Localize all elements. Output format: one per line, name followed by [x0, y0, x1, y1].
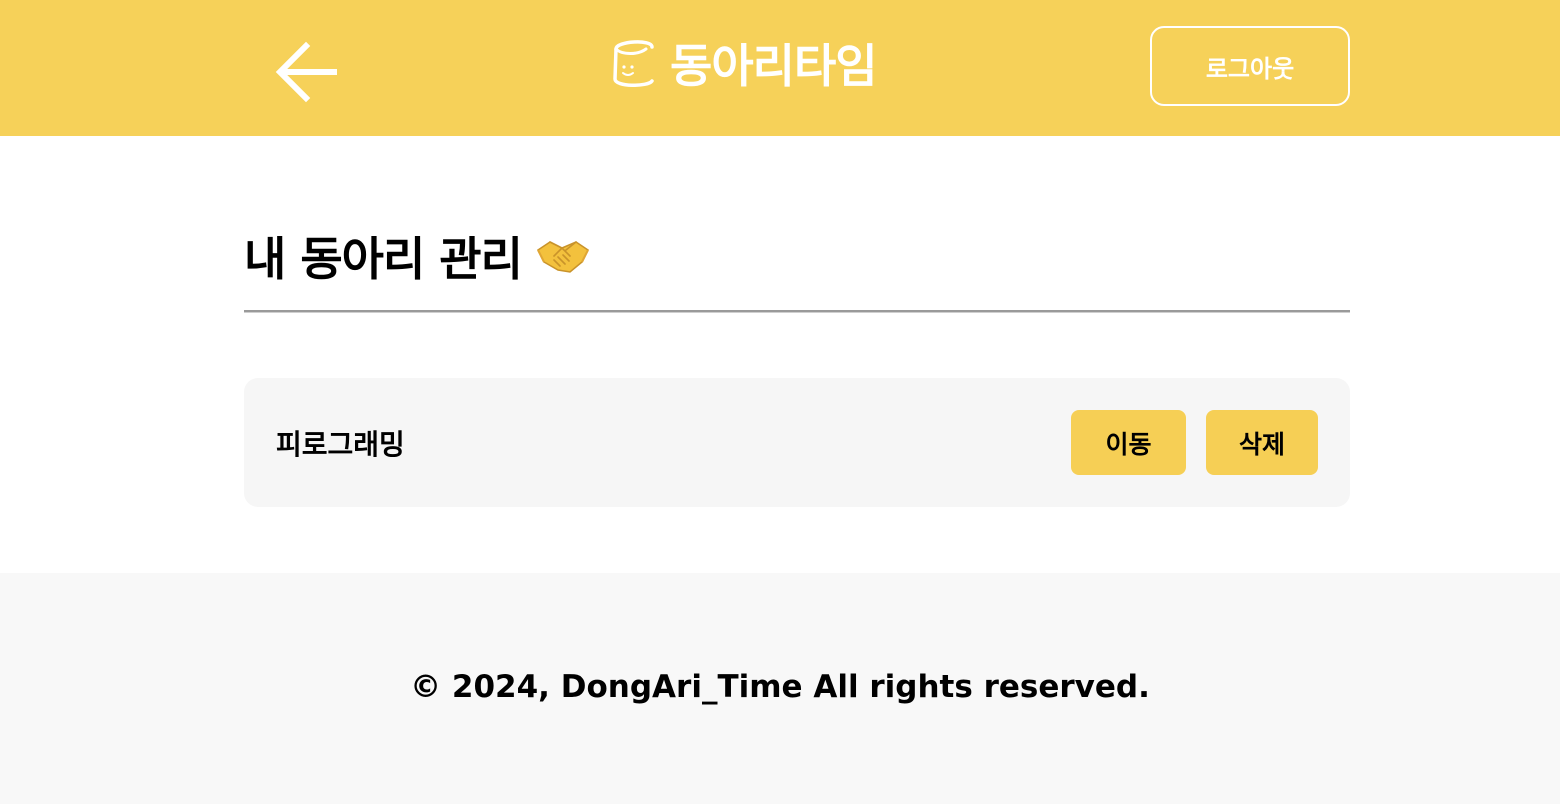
delete-button[interactable]: 삭제	[1206, 410, 1318, 475]
title-divider	[244, 310, 1350, 313]
club-card: 피로그래밍 이동 삭제	[244, 378, 1350, 507]
back-button[interactable]	[272, 38, 340, 106]
page-title: 내 동아리 관리	[244, 224, 1350, 288]
club-name: 피로그래밍	[276, 427, 405, 461]
copyright-text: © 2024, DongAri_Time All rights reserved…	[410, 668, 1150, 705]
handshake-icon	[536, 241, 589, 273]
marshmallow-face-logo	[613, 40, 654, 87]
main-content: 내 동아리 관리 피로그래밍 이동 삭제	[244, 136, 1350, 507]
logout-button[interactable]: 로그아웃	[1150, 26, 1350, 106]
brand[interactable]: 동아리타임	[608, 28, 878, 98]
footer: © 2024, DongAri_Time All rights reserved…	[0, 573, 1560, 804]
arrow-left-icon	[275, 41, 337, 103]
move-button[interactable]: 이동	[1071, 410, 1186, 475]
brand-name: 동아리타임	[670, 39, 878, 93]
page-title-text: 내 동아리 관리	[244, 232, 523, 286]
top-header: 동아리타임 로그아웃	[0, 0, 1560, 136]
